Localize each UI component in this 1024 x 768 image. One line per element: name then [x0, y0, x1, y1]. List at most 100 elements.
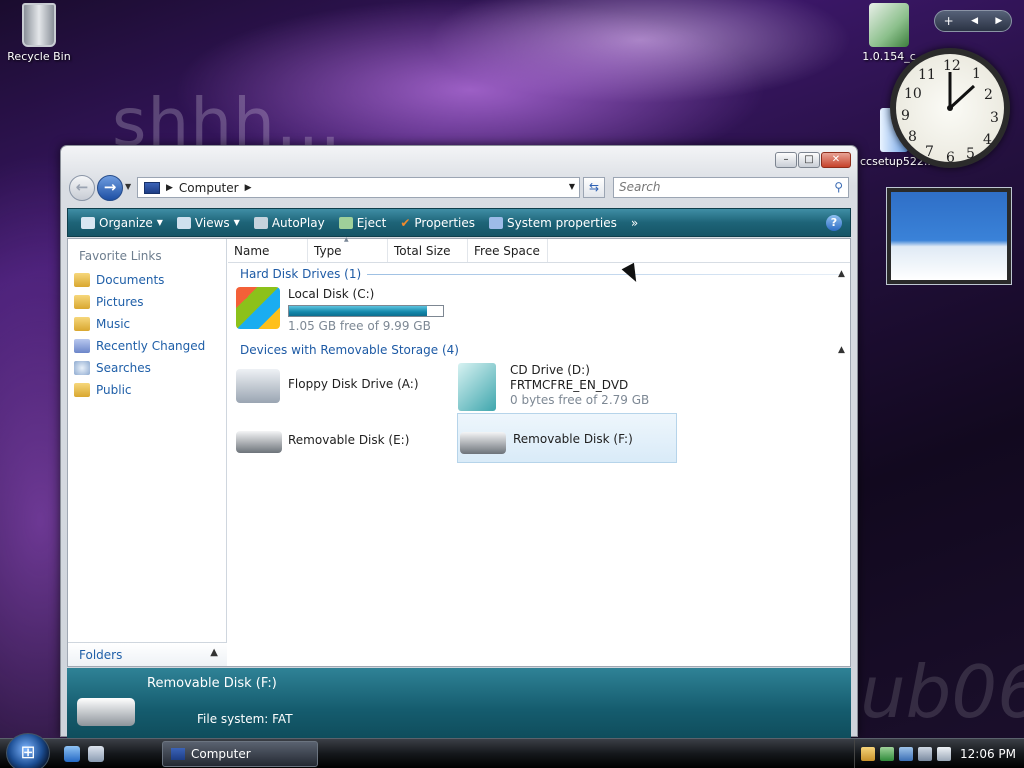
security-shield-icon[interactable] [861, 747, 875, 761]
device-icon[interactable] [899, 747, 913, 761]
address-bar[interactable]: ▶ Computer ▶ ▼ [137, 177, 580, 198]
explorer-window[interactable]: – □ ✕ ← → ▼ ▶ Computer ▶ ▼ ⇆ Search ⚲ Or… [60, 145, 858, 738]
views-icon [176, 216, 191, 229]
properties-button[interactable]: ✔ Properties [393, 209, 482, 236]
dropdown-caret-icon: ▼ [233, 218, 240, 227]
dropdown-caret-icon: ▼ [156, 218, 163, 227]
favorite-link-searches[interactable]: Searches [68, 357, 226, 379]
drive-removable-e[interactable]: Removable Disk (E:) [236, 419, 456, 459]
group-removable-storage[interactable]: Devices with Removable Storage (4) ▲ [240, 343, 845, 357]
search-input[interactable]: Search ⚲ [613, 177, 849, 198]
close-button[interactable]: ✕ [821, 152, 851, 168]
group-divider [367, 273, 840, 275]
column-free-space[interactable]: Free Space [468, 239, 548, 262]
drive-free-space: 0 bytes free of 2.79 GB [510, 393, 650, 407]
snow-trees-photo [891, 192, 1007, 280]
pictures-folder-icon [74, 295, 90, 309]
taskbar-item-computer[interactable]: Computer [162, 741, 318, 767]
disk-usage-fill [289, 306, 427, 316]
taskbar: ⊞ Computer 12:06 PM [0, 733, 1024, 768]
documents-folder-icon [74, 273, 90, 287]
favorite-link-public[interactable]: Public [68, 379, 226, 401]
navigation-pane: Favorite Links Documents Pictures Music … [68, 239, 227, 666]
refresh-button[interactable]: ⇆ [583, 177, 605, 198]
help-icon[interactable]: ? [826, 215, 842, 231]
column-headers: Name Type Total Size Free Space [228, 236, 850, 263]
search-icon[interactable]: ⚲ [834, 178, 843, 197]
favorite-link-music[interactable]: Music [68, 313, 226, 335]
back-button[interactable]: ← [69, 175, 95, 201]
drive-name: Removable Disk (F:) [513, 432, 633, 446]
internet-explorer-icon[interactable] [64, 746, 80, 762]
recycle-bin-desktop-icon[interactable]: Recycle Bin [4, 3, 74, 63]
drive-free-space: 1.05 GB free of 9.99 GB [288, 319, 431, 333]
eject-button[interactable]: Eject [332, 209, 394, 236]
floppy-drive-icon [236, 369, 280, 403]
minimize-button[interactable]: – [775, 152, 797, 168]
views-button[interactable]: Views ▼ [170, 209, 247, 236]
system-properties-button[interactable]: System properties [482, 209, 624, 236]
dvd-drive-icon [458, 363, 496, 411]
favorite-link-label: Music [96, 317, 131, 331]
column-type[interactable]: Type [308, 236, 388, 262]
add-gadget-icon[interactable]: + [944, 14, 954, 28]
command-bar: Organize ▼ Views ▼ AutoPlay Eject ✔ Propert… [67, 208, 851, 237]
music-folder-icon [74, 317, 90, 331]
column-total-size[interactable]: Total Size [388, 239, 468, 262]
drive-cd-d[interactable]: CD Drive (D:) FRTMCFRE_EN_DVD 0 bytes fr… [458, 363, 678, 413]
group-label: Devices with Removable Storage (4) [240, 343, 459, 357]
system-properties-label: System properties [507, 215, 617, 230]
breadcrumb-separator-icon[interactable]: ▶ [245, 183, 252, 193]
details-filesystem: File system: FAT [197, 712, 293, 726]
forward-button[interactable]: → [97, 175, 123, 201]
favorite-link-label: Documents [96, 273, 165, 287]
column-name[interactable]: Name [228, 239, 308, 262]
system-properties-icon [489, 216, 504, 229]
network-icon[interactable] [918, 747, 932, 761]
hard-drive-windows-icon [236, 287, 280, 329]
drive-volume-label: FRTMCFRE_EN_DVD [510, 378, 629, 392]
next-gadget-icon[interactable]: ▶ [995, 16, 1002, 26]
window-caption-buttons: – □ ✕ [775, 152, 851, 168]
start-button[interactable]: ⊞ [6, 733, 50, 768]
collapse-chevron-icon[interactable]: ▲ [838, 269, 845, 279]
computer-icon [171, 748, 185, 760]
favorite-link-recently-changed[interactable]: Recently Changed [68, 335, 226, 357]
breadcrumb-computer[interactable]: Computer [179, 181, 239, 195]
clock-time[interactable]: 12:06 PM [960, 747, 1016, 761]
favorite-link-pictures[interactable]: Pictures [68, 291, 226, 313]
favorite-link-label: Public [96, 383, 132, 397]
drive-removable-f[interactable]: Removable Disk (F:) [457, 413, 677, 463]
folders-pane-toggle[interactable]: Folders ▲ [68, 642, 227, 666]
recent-pages-dropdown[interactable]: ▼ [125, 182, 131, 191]
volume-muted-icon[interactable] [937, 747, 951, 761]
group-hard-disk-drives[interactable]: Hard Disk Drives (1) ▲ [240, 267, 845, 281]
properties-label: Properties [414, 215, 476, 230]
removable-disk-large-icon [77, 698, 135, 726]
maximize-button[interactable]: □ [798, 152, 820, 168]
slideshow-gadget[interactable] [886, 187, 1012, 285]
eject-label: Eject [356, 215, 387, 230]
recently-changed-icon [74, 339, 90, 353]
organize-label: Organize [99, 215, 153, 230]
clock-gadget[interactable]: 12 1 2 3 4 5 6 7 8 9 10 11 [890, 48, 1010, 168]
chevron-up-icon: ▲ [210, 647, 218, 658]
recycle-bin-icon [22, 3, 56, 47]
sidebar-controls[interactable]: + ◀ ▶ [934, 10, 1012, 32]
switch-windows-icon[interactable] [88, 746, 104, 762]
clock-hour-hand [948, 84, 976, 110]
collapse-chevron-icon[interactable]: ▲ [838, 345, 845, 355]
update-icon[interactable] [880, 747, 894, 761]
drive-name: Local Disk (C:) [288, 287, 375, 301]
favorite-link-documents[interactable]: Documents [68, 269, 226, 291]
drive-local-disk-c[interactable]: Local Disk (C:) 1.05 GB free of 9.99 GB [236, 287, 476, 333]
organize-button[interactable]: Organize ▼ [74, 209, 170, 236]
more-commands-button[interactable]: » [624, 209, 645, 236]
autoplay-button[interactable]: AutoPlay [247, 209, 332, 236]
removable-disk-icon [460, 432, 506, 454]
address-dropdown-icon[interactable]: ▼ [569, 182, 575, 191]
previous-gadget-icon[interactable]: ◀ [971, 16, 978, 26]
drive-floppy-a[interactable]: Floppy Disk Drive (A:) [236, 363, 456, 409]
breadcrumb-separator-icon[interactable]: ▶ [166, 183, 173, 193]
windows-logo-icon: ⊞ [20, 742, 36, 763]
